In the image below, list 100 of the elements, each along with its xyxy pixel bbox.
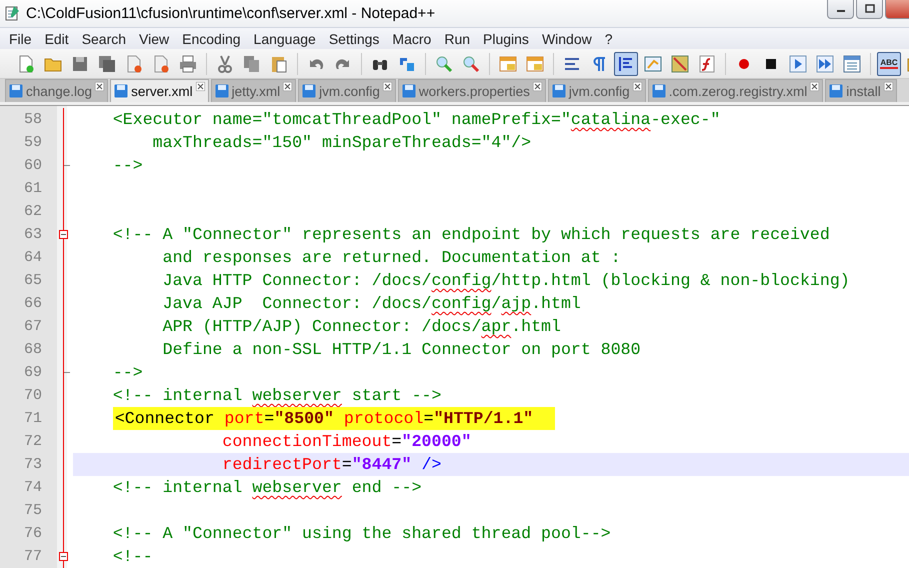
document-minus-icon	[125, 54, 143, 73]
code-text: .html	[531, 294, 581, 313]
file-tab[interactable]: jetty.xml	[210, 79, 296, 102]
window-icon	[644, 54, 662, 73]
file-tab[interactable]: workers.properties	[398, 79, 546, 102]
tab-label: server.xml	[131, 84, 193, 98]
code-text: /	[491, 294, 502, 313]
tab-label: .com.zerog.registry.xml	[668, 84, 808, 98]
tab-label: workers.properties	[418, 84, 530, 98]
code-text: APR (HTTP/AJP) Connector: /docs/	[162, 317, 482, 336]
menu-item[interactable]: Plugins	[483, 30, 529, 47]
fold-minus-icon[interactable]	[59, 230, 68, 239]
code-text: -exec-"	[650, 110, 720, 129]
code-text: -->	[112, 156, 143, 175]
line-number: 59	[22, 134, 42, 151]
code-text: "20000"	[402, 432, 472, 451]
file-tab[interactable]: server.xml	[110, 79, 209, 102]
fold-minus-icon[interactable]	[59, 552, 68, 561]
line-number: 70	[22, 387, 42, 404]
file-tab[interactable]: jvm.config	[298, 79, 396, 102]
file-tab[interactable]: jvm.config	[548, 79, 646, 102]
code-text: start -->	[350, 386, 442, 405]
line-number: 58	[22, 111, 42, 128]
misspelled-word: catalina	[570, 110, 651, 129]
menu-item[interactable]: Settings	[328, 30, 380, 47]
line-number: 60	[22, 157, 42, 174]
misspelled-word: config	[432, 271, 492, 290]
fast-forward-icon	[816, 54, 834, 73]
menu-item[interactable]: Edit	[44, 30, 69, 47]
menu-item[interactable]: Macro	[392, 30, 432, 47]
play-icon	[789, 54, 807, 73]
menu-item[interactable]: View	[139, 30, 170, 47]
code-text: <Executor name="tomcatThreadPool" namePrefix="	[112, 110, 571, 129]
tab-label: jvm.config	[568, 84, 630, 98]
documents-minus-icon	[152, 54, 170, 73]
close-icon[interactable]	[382, 82, 392, 91]
file-tab[interactable]: change.log	[5, 79, 108, 102]
code-text: end -->	[350, 478, 422, 497]
toolbar-button[interactable]	[614, 52, 638, 76]
file-tab[interactable]: .com.zerog.registry.xml	[648, 79, 824, 102]
minimize-button[interactable]	[827, 0, 854, 19]
close-icon[interactable]	[810, 82, 820, 91]
misspelled-word: apr	[481, 317, 512, 336]
line-number: 71	[22, 410, 42, 427]
list-window-icon	[843, 54, 861, 73]
menu-item[interactable]: Search	[82, 30, 126, 47]
code-text: =	[392, 432, 402, 451]
code-text: "8447"	[352, 455, 413, 474]
notepad-icon	[4, 5, 20, 22]
tab-label: jetty.xml	[232, 84, 280, 98]
line-number: 67	[22, 318, 42, 335]
function-icon	[698, 54, 716, 73]
code-text: connectionTimeout	[222, 432, 392, 451]
close-icon[interactable]	[95, 82, 104, 91]
close-icon[interactable]	[884, 82, 893, 91]
misspelled-word: ajp	[501, 294, 532, 313]
maximize-button[interactable]	[856, 0, 883, 19]
split-window-icon	[499, 54, 517, 73]
close-icon[interactable]	[532, 82, 542, 91]
line-number: 69	[22, 364, 42, 381]
code-text: =	[264, 409, 274, 428]
tab-label: install	[846, 84, 881, 98]
close-icon[interactable]	[283, 82, 292, 91]
line-number: 68	[22, 341, 42, 358]
line-number: 73	[22, 456, 42, 473]
floppy-disks-icon	[98, 54, 116, 73]
code-text: protocol	[344, 409, 424, 428]
line-number: 63	[22, 226, 42, 243]
code-text: />	[422, 455, 442, 474]
new-file-icon	[17, 54, 35, 73]
tab-label: jvm.config	[319, 84, 380, 98]
code-text: -->	[112, 363, 143, 382]
menu-item[interactable]: File	[9, 30, 32, 47]
menu-item[interactable]: ?	[604, 30, 613, 47]
code-text: <Connector	[114, 409, 216, 428]
code-text: "HTTP/1.1"	[434, 409, 534, 428]
spell-check-button[interactable]: ABC	[877, 52, 901, 76]
code-text: <!-- A "Connector" represents an endpoint by which requests are received	[112, 225, 830, 244]
code-text: /http.html (blocking & non-blocking)	[491, 271, 850, 290]
close-icon[interactable]	[196, 82, 205, 91]
code-text: Java HTTP Connector: /docs/	[162, 271, 432, 290]
indent-guide-icon	[617, 54, 635, 73]
menu-item[interactable]: Window	[542, 30, 592, 47]
misspelled-word: webserver	[252, 478, 342, 497]
clipboard-icon	[270, 54, 288, 73]
code-text: "8500"	[274, 409, 335, 428]
menu-item[interactable]: Language	[254, 30, 316, 47]
menu-item[interactable]: Run	[444, 30, 470, 47]
code-text: <!-- A "Connector" using the shared thread pool-->	[112, 524, 611, 543]
code-text: port	[224, 409, 264, 428]
line-number: 76	[22, 525, 42, 542]
file-tab[interactable]: install	[825, 79, 897, 102]
line-number: 72	[22, 433, 42, 450]
code-text: <!-- internal	[112, 386, 244, 405]
line-number: 61	[22, 180, 42, 197]
printer-icon	[179, 54, 197, 73]
menu-item[interactable]: Encoding	[182, 30, 241, 47]
zoom-in-icon	[435, 54, 453, 73]
code-text: <!-- internal	[112, 478, 244, 497]
close-icon[interactable]	[632, 82, 642, 91]
